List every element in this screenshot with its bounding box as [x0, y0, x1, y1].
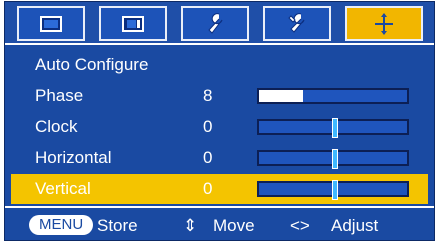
menu-item-value: 8 — [203, 86, 213, 105]
menu-item-vertical[interactable]: Vertical 0 — [11, 174, 428, 204]
adjust-hint: Adjust — [331, 216, 379, 235]
tab-position[interactable] — [345, 6, 423, 41]
adjust-arrows-icon: <> — [290, 216, 310, 235]
tab-screen[interactable] — [99, 6, 167, 41]
menu-item-label: Auto Configure — [35, 55, 149, 74]
picture-icon — [40, 15, 62, 32]
key-guide-bar: MENU Store ⇕ Move <> Adjust — [5, 206, 434, 240]
menu-item-auto-configure[interactable]: Auto Configure — [11, 50, 428, 80]
tools-icon — [288, 12, 305, 33]
menu-item-value: 0 — [203, 179, 213, 198]
menu-item-value: 0 — [203, 148, 213, 167]
move-hint: Move — [213, 216, 255, 235]
menu-item-clock[interactable]: Clock 0 — [11, 112, 428, 142]
menu-key-badge: MENU — [29, 215, 94, 235]
store-hint: Store — [97, 216, 138, 235]
phase-slider-fill — [259, 90, 304, 102]
menu-item-horizontal[interactable]: Horizontal 0 — [11, 143, 428, 173]
vertical-slider-marker[interactable] — [332, 180, 338, 200]
wrench-icon — [208, 12, 223, 34]
clock-slider[interactable] — [257, 118, 409, 138]
clock-slider-marker[interactable] — [332, 118, 338, 138]
tab-options[interactable] — [263, 6, 331, 41]
phase-slider[interactable] — [257, 88, 409, 104]
crosshair-icon — [375, 12, 393, 35]
tab-setup[interactable] — [181, 6, 249, 41]
menu-item-label: Phase — [35, 86, 84, 105]
menu-item-label: Clock — [35, 117, 78, 136]
horizontal-slider-marker[interactable] — [332, 149, 338, 169]
tab-bar — [5, 2, 434, 45]
vertical-slider[interactable] — [257, 180, 409, 200]
screen-icon — [122, 15, 144, 32]
horizontal-slider[interactable] — [257, 149, 409, 169]
menu-item-value: 0 — [203, 117, 213, 136]
move-arrows-icon: ⇕ — [183, 216, 198, 235]
osd-menu-panel: Auto Configure Phase 8 Clock 0 Horizonta… — [4, 1, 435, 241]
tab-picture[interactable] — [17, 6, 85, 41]
menu-item-label: Horizontal — [35, 148, 112, 167]
menu-item-label: Vertical — [35, 179, 91, 198]
menu-item-phase[interactable]: Phase 8 — [11, 81, 428, 111]
